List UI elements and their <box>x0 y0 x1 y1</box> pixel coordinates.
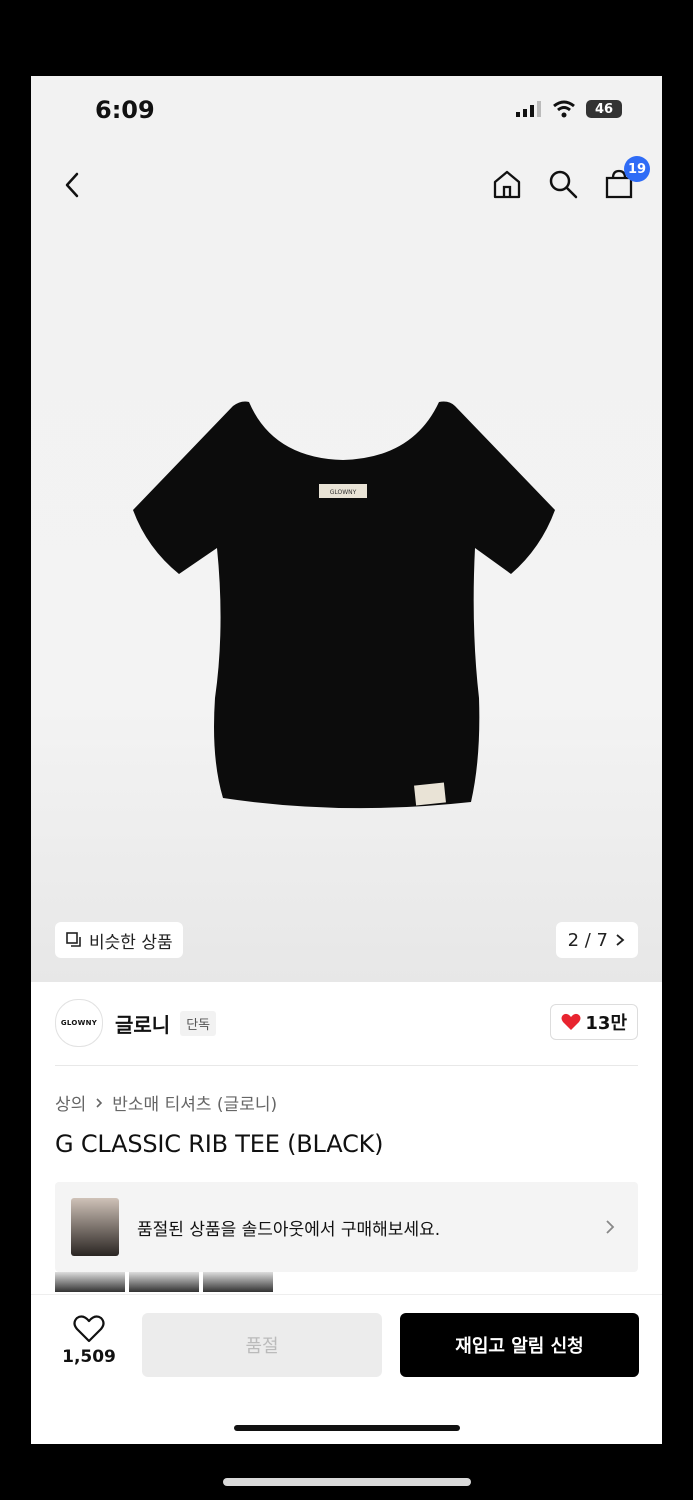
banner-text: 품절된 상품을 솔드아웃에서 구매해보세요. <box>137 1219 441 1240</box>
chevron-left-icon <box>65 172 79 198</box>
wifi-icon <box>553 100 575 118</box>
signal-icon <box>516 101 541 117</box>
heart-outline-icon <box>73 1315 105 1343</box>
wishlist-button[interactable]: 1,509 <box>53 1315 125 1367</box>
thumbnail-strip <box>55 1272 273 1292</box>
brand-like-button[interactable]: 13만 <box>550 1004 638 1040</box>
status-icons: 46 <box>516 100 622 118</box>
brand-row[interactable]: GLOWNY 글로니 단독 13만 <box>55 998 638 1048</box>
outer-home-indicator <box>223 1478 471 1486</box>
neck-label-text: GLOWNY <box>330 489 357 496</box>
heart-filled-icon <box>561 1013 581 1030</box>
home-indicator <box>234 1425 460 1431</box>
home-icon <box>493 170 521 199</box>
wishlist-count: 1,509 <box>62 1347 116 1367</box>
top-navigation: 19 <box>31 156 662 208</box>
search-button[interactable] <box>546 166 580 202</box>
soldout-banner[interactable]: 품절된 상품을 솔드아웃에서 구매해보세요. <box>55 1182 638 1272</box>
breadcrumb-category[interactable]: 상의 <box>55 1090 86 1115</box>
similar-products-label: 비슷한 상품 <box>89 932 173 953</box>
image-pager[interactable]: 2 / 7 <box>555 922 638 958</box>
image-pager-text: 2 / 7 <box>567 929 608 951</box>
product-title: G CLASSIC RIB TEE (BLACK) <box>55 1130 384 1158</box>
battery-icon: 46 <box>586 100 622 118</box>
thumbnail-image[interactable] <box>55 1272 125 1292</box>
divider <box>55 1065 638 1066</box>
search-icon <box>549 170 578 199</box>
brand-logo[interactable]: GLOWNY <box>55 999 103 1047</box>
exclusive-tag: 단독 <box>180 1010 217 1036</box>
brand-like-count: 13만 <box>585 1013 627 1034</box>
chevron-right-icon <box>606 1220 615 1234</box>
status-time: 6:09 <box>95 96 155 124</box>
soldout-button: 품절 <box>142 1313 382 1377</box>
back-button[interactable] <box>57 168 91 202</box>
cart-button[interactable]: 19 <box>602 156 650 202</box>
breadcrumb-subcategory[interactable]: 반소매 티셔츠 (글로니) <box>112 1090 277 1115</box>
bottom-action-bar: 1,509 품절 재입고 알림 신청 <box>31 1294 662 1444</box>
thumbnail-image[interactable] <box>203 1272 273 1292</box>
brand-name[interactable]: 글로니 <box>115 1009 170 1038</box>
chevron-right-icon <box>616 934 625 946</box>
restock-alert-button[interactable]: 재입고 알림 신청 <box>400 1313 639 1377</box>
cart-count-badge: 19 <box>624 156 650 182</box>
home-button[interactable] <box>490 166 524 202</box>
similar-icon <box>66 932 81 947</box>
chevron-right-icon <box>96 1097 103 1108</box>
app-screen: 6:09 46 19 GLOWNY 비슷한 상품 2 / 7 GLOWNY 글로… <box>31 76 662 1444</box>
similar-products-button[interactable]: 비슷한 상품 <box>55 922 183 958</box>
product-image: GLOWNY <box>133 401 555 809</box>
thumbnail-image[interactable] <box>129 1272 199 1292</box>
product-gallery[interactable]: 6:09 46 19 GLOWNY 비슷한 상품 2 / 7 <box>31 76 662 982</box>
banner-thumbnail <box>71 1198 119 1256</box>
breadcrumb: 상의 반소매 티셔츠 (글로니) <box>55 1090 277 1115</box>
